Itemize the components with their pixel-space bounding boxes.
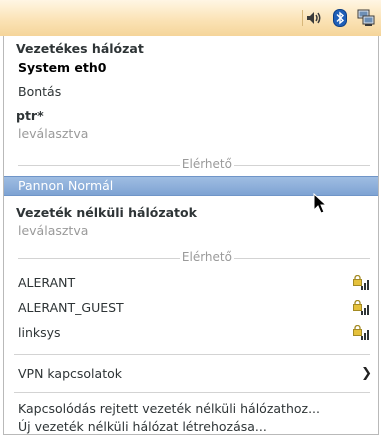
top-panel — [0, 0, 381, 36]
volume-icon[interactable] — [304, 8, 324, 28]
available-separator-2: Elérhető — [18, 250, 370, 265]
secured-signal-icon — [353, 300, 369, 315]
connect-hidden-network-item[interactable]: Kapcsolódás rejtett vezeték nélküli háló… — [4, 400, 378, 418]
wired-device-item[interactable]: System eth0 — [4, 59, 378, 77]
available-separator-1: Elérhető — [18, 157, 370, 172]
network-item-alerant-guest[interactable]: ALERANT_GUEST — [4, 299, 378, 317]
wireless-status-item: leválasztva — [18, 223, 89, 238]
wired-section-header: Vezetékes hálózat — [16, 41, 144, 56]
network-name: ALERANT_GUEST — [18, 300, 124, 315]
ptr-section-header: ptr* — [16, 108, 44, 123]
menu-divider — [14, 354, 370, 355]
available-label-1: Elérhető — [179, 157, 234, 171]
network-item-alerant[interactable]: ALERANT — [4, 274, 378, 292]
network-icon[interactable] — [356, 8, 376, 28]
network-menu: Vezetékes hálózat System eth0 Bontás ptr… — [3, 36, 379, 435]
chevron-right-icon: ❯ — [361, 366, 372, 381]
secured-signal-icon — [353, 325, 369, 340]
bluetooth-icon[interactable] — [330, 8, 350, 28]
available-label-2: Elérhető — [179, 250, 234, 264]
secured-signal-icon — [353, 275, 369, 290]
create-new-network-item[interactable]: Új vezeték nélküli hálózat létrehozása..… — [4, 418, 378, 436]
tray-separator — [302, 10, 303, 26]
system-tray — [304, 8, 376, 28]
vpn-connections-item[interactable]: VPN kapcsolatok ❯ — [4, 365, 378, 383]
vpn-label: VPN kapcsolatok — [18, 366, 122, 381]
network-name: linksys — [18, 325, 61, 340]
ptr-status-item: leválasztva — [18, 126, 89, 141]
network-name: ALERANT — [18, 275, 76, 290]
disconnect-item[interactable]: Bontás — [4, 83, 378, 101]
menu-divider — [14, 392, 370, 393]
network-item-linksys[interactable]: linksys — [4, 324, 378, 342]
mouse-pointer-icon — [313, 193, 328, 214]
